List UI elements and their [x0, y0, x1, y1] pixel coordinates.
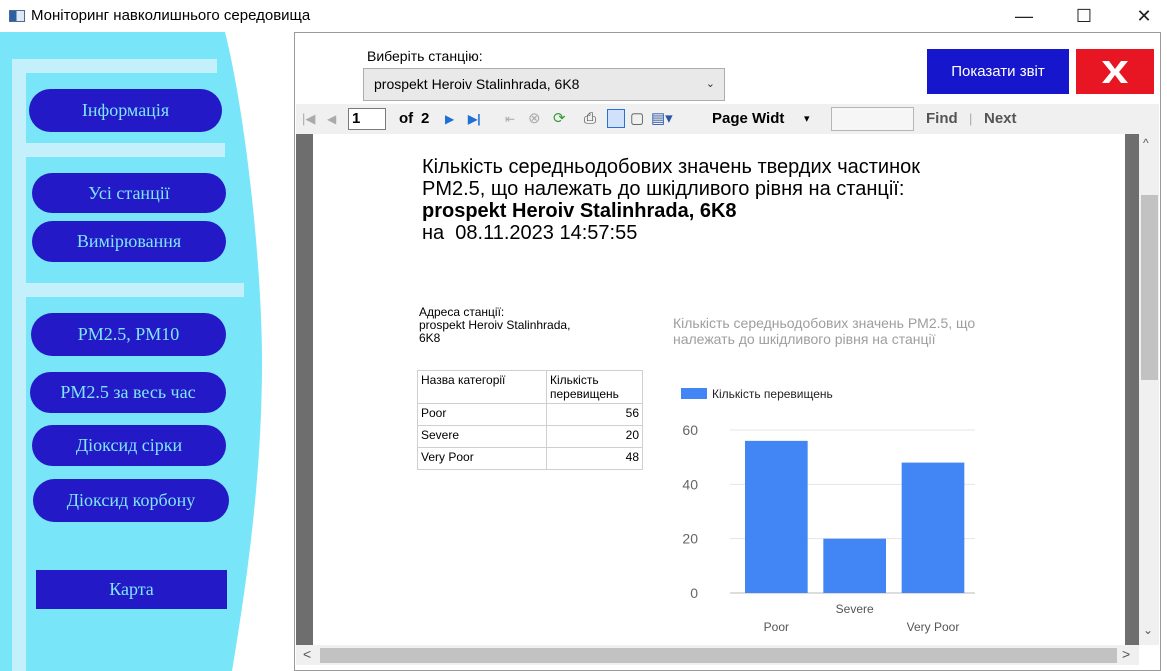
category-table: Назва категорії Кількість перевищень Poo… [417, 370, 643, 470]
x-tick-label: Poor [764, 620, 789, 634]
export-icon[interactable]: ▤▾ [651, 104, 673, 134]
viewer-left-margin [296, 134, 313, 645]
bar [745, 440, 808, 593]
sidebar-item-map[interactable]: Карта [36, 570, 227, 609]
report-title: Кількість середньодобових значень тверди… [422, 156, 920, 244]
report-title-line2: PM2.5, що належать до шкідливого рівня н… [422, 178, 905, 200]
bar [823, 538, 886, 593]
close-report-button[interactable] [1076, 49, 1154, 94]
last-page-icon[interactable]: ▶| [468, 104, 481, 134]
app-icon [9, 10, 25, 22]
x-tick-label: Very Poor [907, 620, 960, 634]
refresh-icon[interactable]: ⟳ [553, 104, 566, 134]
zoom-select[interactable]: Page Widt [712, 104, 784, 134]
close-x-icon [1102, 60, 1128, 83]
minimize-button[interactable]: — [1006, 2, 1042, 30]
page-setup-icon[interactable]: ▢ [630, 104, 644, 134]
legend-label: Кількість перевищень [712, 387, 833, 401]
scroll-left-icon[interactable]: < [303, 646, 311, 662]
find-separator: | [969, 111, 973, 126]
zoom-dropdown-icon[interactable]: ▾ [804, 104, 810, 134]
station-select-value: prospekt Heroiv Stalinhrada, 6K8 [374, 76, 580, 92]
print-layout-icon[interactable] [607, 109, 625, 128]
scroll-down-icon[interactable]: ⌄ [1143, 623, 1153, 637]
of-label: of [399, 110, 414, 127]
close-window-button[interactable]: ✕ [1126, 2, 1162, 30]
address-line2: 6K8 [419, 331, 441, 345]
maximize-button[interactable]: ☐ [1066, 2, 1102, 30]
report-date: 08.11.2023 14:57:55 [455, 222, 638, 244]
sidebar: Інформація Усі станції Вимірювання PM2.5… [0, 32, 300, 671]
page-number-input[interactable]: 1 [348, 108, 386, 130]
first-page-icon[interactable]: |◀ [302, 104, 315, 134]
window-title: Моніторинг навколишнього середовища [31, 7, 311, 24]
total-pages: 2 [421, 110, 430, 127]
table-header-category: Назва категорії [417, 370, 547, 404]
chart-title: Кількість середньодобових значень PM2.5,… [673, 315, 976, 347]
table-cell-count: 20 [546, 425, 643, 448]
report-station-name: prospekt Heroiv Stalinhrada, 6K8 [422, 200, 737, 222]
back-icon[interactable]: ⇤ [505, 104, 515, 134]
station-address: Адреса станції: prospekt Heroiv Stalinhr… [419, 306, 619, 345]
show-report-button[interactable]: Показати звіт [927, 49, 1069, 94]
table-cell-category: Severe [417, 425, 547, 448]
bar [901, 462, 965, 593]
table-header-row: Назва категорії Кількість перевищень [417, 370, 643, 404]
table-row: Severe 20 [417, 425, 643, 448]
table-row: Very Poor 48 [417, 447, 643, 470]
report-toolbar: |◀ ◀ 1 of 2 ▶ ▶| ⇤ ⊗ ⟳ ⎙ ▢ ▤▾ Page Widt … [296, 104, 1159, 135]
legend-swatch [681, 388, 707, 399]
find-button[interactable]: Find [926, 104, 958, 134]
sidebar-item-pm25-all-time[interactable]: PM2.5 за весь час [30, 372, 226, 413]
bar-chart: Кількість перевищень 0 20 40 60 Poor Severe Ver… [681, 387, 975, 634]
find-input[interactable] [831, 107, 914, 131]
sidebar-item-measurements[interactable]: Вимірювання [32, 221, 226, 262]
y-tick-label: 20 [682, 531, 698, 547]
print-icon[interactable]: ⎙ [584, 104, 596, 134]
next-page-icon[interactable]: ▶ [445, 104, 454, 134]
table-cell-count: 48 [546, 447, 643, 470]
table-cell-category: Poor [417, 403, 547, 426]
scroll-up-icon[interactable]: ^ [1143, 136, 1149, 150]
address-line1: prospekt Heroiv Stalinhrada, [419, 318, 571, 332]
station-select[interactable]: prospekt Heroiv Stalinhrada, 6K8 ⌄ [363, 68, 725, 101]
next-button[interactable]: Next [984, 104, 1017, 134]
sidebar-item-pm25-pm10[interactable]: PM2.5, PM10 [31, 313, 226, 356]
table-row: Poor 56 [417, 403, 643, 426]
report-title-line1: Кількість середньодобових значень тверди… [422, 156, 920, 178]
y-tick-label: 60 [682, 422, 698, 438]
table-cell-category: Very Poor [417, 447, 547, 470]
table-header-count: Кількість перевищень [546, 370, 643, 404]
sidebar-item-all-stations[interactable]: Усі станції [32, 173, 226, 213]
viewer-right-margin [1125, 134, 1139, 645]
scroll-right-icon[interactable]: > [1122, 646, 1130, 662]
sidebar-item-info[interactable]: Інформація [29, 89, 222, 132]
station-label: Виберіть станцію: [367, 48, 483, 64]
stop-icon[interactable]: ⊗ [528, 104, 541, 134]
table-cell-count: 56 [546, 403, 643, 426]
horizontal-scroll-thumb[interactable] [320, 648, 1117, 663]
report-date-prefix: на [422, 222, 445, 244]
y-tick-label: 0 [690, 585, 698, 601]
y-tick-label: 40 [682, 476, 698, 492]
sidebar-item-carbon-dioxide[interactable]: Діоксид корбону [33, 479, 229, 522]
x-tick-label: Severe [836, 602, 874, 616]
chevron-down-icon: ⌄ [705, 78, 715, 90]
report-date-line: на 08.11.2023 14:57:55 [422, 222, 920, 244]
prev-page-icon[interactable]: ◀ [327, 104, 336, 134]
title-bar: Моніторинг навколишнього середовища — ☐ … [0, 0, 1167, 32]
vertical-scroll-thumb[interactable] [1141, 195, 1158, 380]
sidebar-item-sulfur-dioxide[interactable]: Діоксид сірки [32, 425, 226, 466]
